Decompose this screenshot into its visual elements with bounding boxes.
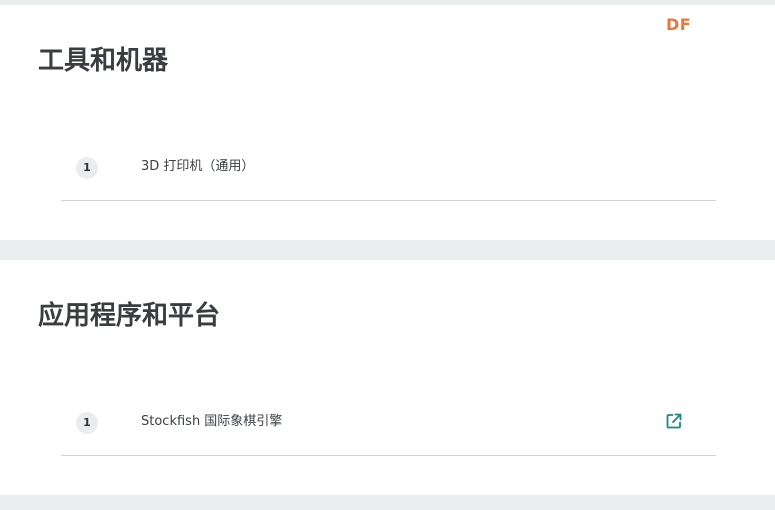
df-logo: DF [666,15,692,34]
item-count-badge: 1 [76,157,98,179]
external-link-icon[interactable] [665,412,683,430]
item-name: Stockfish 国际象棋引擎 [141,414,283,429]
list-item: 1 Stockfish 国际象棋引擎 [61,397,716,456]
item-name: 3D 打印机（通用） [141,159,255,174]
section-title: 应用程序和平台 [38,301,221,331]
tools-and-machines-card: DF 工具和机器 1 3D 打印机（通用） [0,5,775,240]
section-title: 工具和机器 [38,46,169,76]
item-count-badge: 1 [76,412,98,434]
external-link-icon-glyph [666,413,682,429]
apps-and-platforms-card: 应用程序和平台 1 Stockfish 国际象棋引擎 [0,260,775,495]
list-item: 1 3D 打印机（通用） [61,142,716,201]
